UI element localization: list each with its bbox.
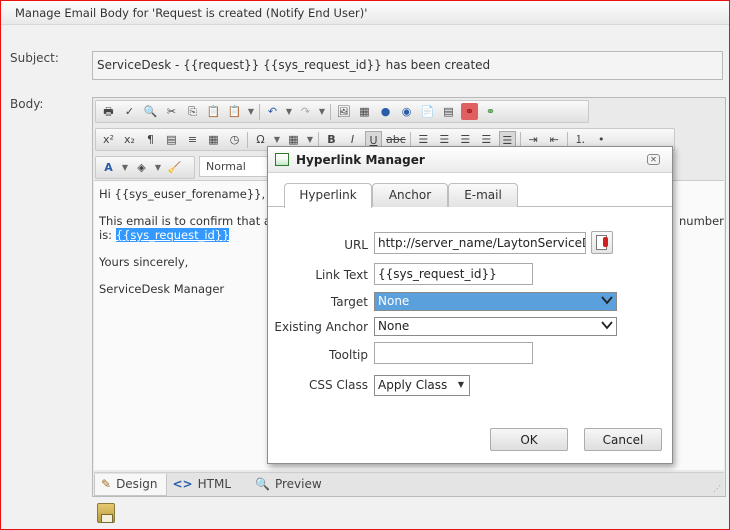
tab-hyperlink[interactable]: Hyperlink [284,183,372,208]
content-confirm-text: This email is to confirm that a [99,214,271,228]
url-label: URL [344,238,368,252]
link-text-label: Link Text [315,268,368,282]
magnifier-icon: 🔍 [255,476,270,491]
resize-grip-icon[interactable]: ⋰ [713,484,721,493]
content-is-text: is: [99,228,116,242]
toolbar-row-3: A ▼ ◈ ▼ 🧹 [95,156,195,179]
undo-dropdown-icon[interactable]: ▼ [285,103,293,120]
css-class-label: CSS Class [309,378,368,392]
dialog-window-icon [275,153,289,166]
highlight-dropdown-icon[interactable]: ▼ [154,159,162,176]
content-number-text: number [679,214,724,228]
preview-mode-label: Preview [274,476,322,491]
paragraph-format-select[interactable]: Normal [199,156,269,177]
toolbar-row-1: 🖶 ✓ 🔍 ✂ ⎘ 📋 📋 ▼ ↶ ▼ ↷ ▼ 🖼 ▦ ● ◉ 📄 ▤ ⚭ ⚭ [95,100,589,123]
tab-anchor[interactable]: Anchor [372,183,448,207]
hyperlink-manager-dialog: Hyperlink Manager ✕ Hyperlink Anchor E-m… [267,146,673,464]
body-label: Body: [10,97,44,111]
redo-dropdown-icon[interactable]: ▼ [318,103,326,120]
image-manager-icon[interactable]: 🖼 [335,103,352,120]
insert-symbol-table-icon[interactable]: ▤ [163,131,180,148]
toolbar-separator [247,131,248,148]
ok-button[interactable]: OK [490,428,568,451]
insert-time-icon[interactable]: ◷ [226,131,243,148]
preview-mode-tab[interactable]: 🔍 Preview [249,474,330,496]
media-manager-icon[interactable]: ◉ [398,103,415,120]
url-input[interactable]: http://server_name/LaytonServiceDesk/ [374,232,586,254]
selected-request-id[interactable]: {{sys_request_id}} [115,228,230,242]
copy-icon[interactable]: ⎘ [184,103,201,120]
dropdown-arrow-icon: ▼ [457,380,464,389]
format-stripper-icon[interactable]: 🧹 [166,159,183,176]
toolbar-separator [259,103,260,120]
design-mode-tab[interactable]: ✎ Design [94,473,167,496]
dialog-tabs: Hyperlink Anchor E-mail [268,174,672,208]
existing-anchor-select[interactable]: None [374,317,617,336]
tooltip-input[interactable] [374,342,533,364]
design-mode-label: Design [116,476,158,491]
font-color-dropdown-icon[interactable]: ▼ [121,159,129,176]
cut-icon[interactable]: ✂ [163,103,180,120]
target-select[interactable]: None [374,292,617,311]
align-icon[interactable]: ≡ [184,131,201,148]
close-icon[interactable]: ✕ [647,154,660,165]
subject-field[interactable]: ServiceDesk - {{request}} {{sys_request_… [92,51,723,80]
css-class-select[interactable]: Apply Class ▼ [374,375,470,396]
template-manager-icon[interactable]: ▤ [440,103,457,120]
target-value: None [378,294,410,308]
document-browse-icon[interactable] [591,231,613,254]
paste-options-icon[interactable]: 📋 [226,103,243,120]
superscript-icon[interactable]: x² [100,131,117,148]
code-icon: <> [172,476,193,491]
highlight-color-icon[interactable]: ◈ [133,159,150,176]
html-mode-label: HTML [197,476,232,491]
tooltip-label: Tooltip [329,348,368,362]
email-body-window: Manage Email Body for 'Request is create… [0,0,730,530]
chevron-down-icon [601,296,613,305]
image-map-icon[interactable]: ▦ [356,103,373,120]
html-mode-tab[interactable]: <> HTML [167,474,240,496]
css-class-value: Apply Class [378,378,448,392]
existing-anchor-label: Existing Anchor [274,320,368,334]
chevron-down-icon [601,321,613,330]
document-manager-icon[interactable]: 📄 [419,103,436,120]
dialog-title: Hyperlink Manager [296,152,425,167]
target-label: Target [330,295,368,309]
save-icon[interactable] [97,503,115,523]
tab-email[interactable]: E-mail [448,183,518,207]
window-title: Manage Email Body for 'Request is create… [1,1,729,25]
hyperlink-manager-icon[interactable]: ⚭ [461,103,478,120]
paste-icon[interactable]: 📋 [205,103,222,120]
paste-dropdown-icon[interactable]: ▼ [247,103,255,120]
flash-manager-icon[interactable]: ● [377,103,394,120]
toolbar-separator [330,103,331,120]
link-text-input[interactable]: {{sys_request_id}} [374,263,533,285]
editor-mode-bar: ✎ Design <> HTML 🔍 Preview ⋰ [94,472,724,496]
paragraph-icon[interactable]: ¶ [142,131,159,148]
redo-icon[interactable]: ↷ [297,103,314,120]
subscript-icon[interactable]: x₂ [121,131,138,148]
pencil-icon: ✎ [101,476,112,491]
remove-link-icon[interactable]: ⚭ [482,103,499,120]
spellcheck-icon[interactable]: ✓ [121,103,138,120]
existing-anchor-value: None [378,319,410,333]
undo-icon[interactable]: ↶ [264,103,281,120]
cancel-button[interactable]: Cancel [584,428,662,451]
dialog-titlebar: Hyperlink Manager [268,147,672,173]
find-replace-icon[interactable]: 🔍 [142,103,159,120]
print-icon[interactable]: 🖶 [100,103,117,120]
insert-date-icon[interactable]: ▦ [205,131,222,148]
font-color-icon[interactable]: A [100,159,117,176]
subject-label: Subject: [10,51,59,65]
